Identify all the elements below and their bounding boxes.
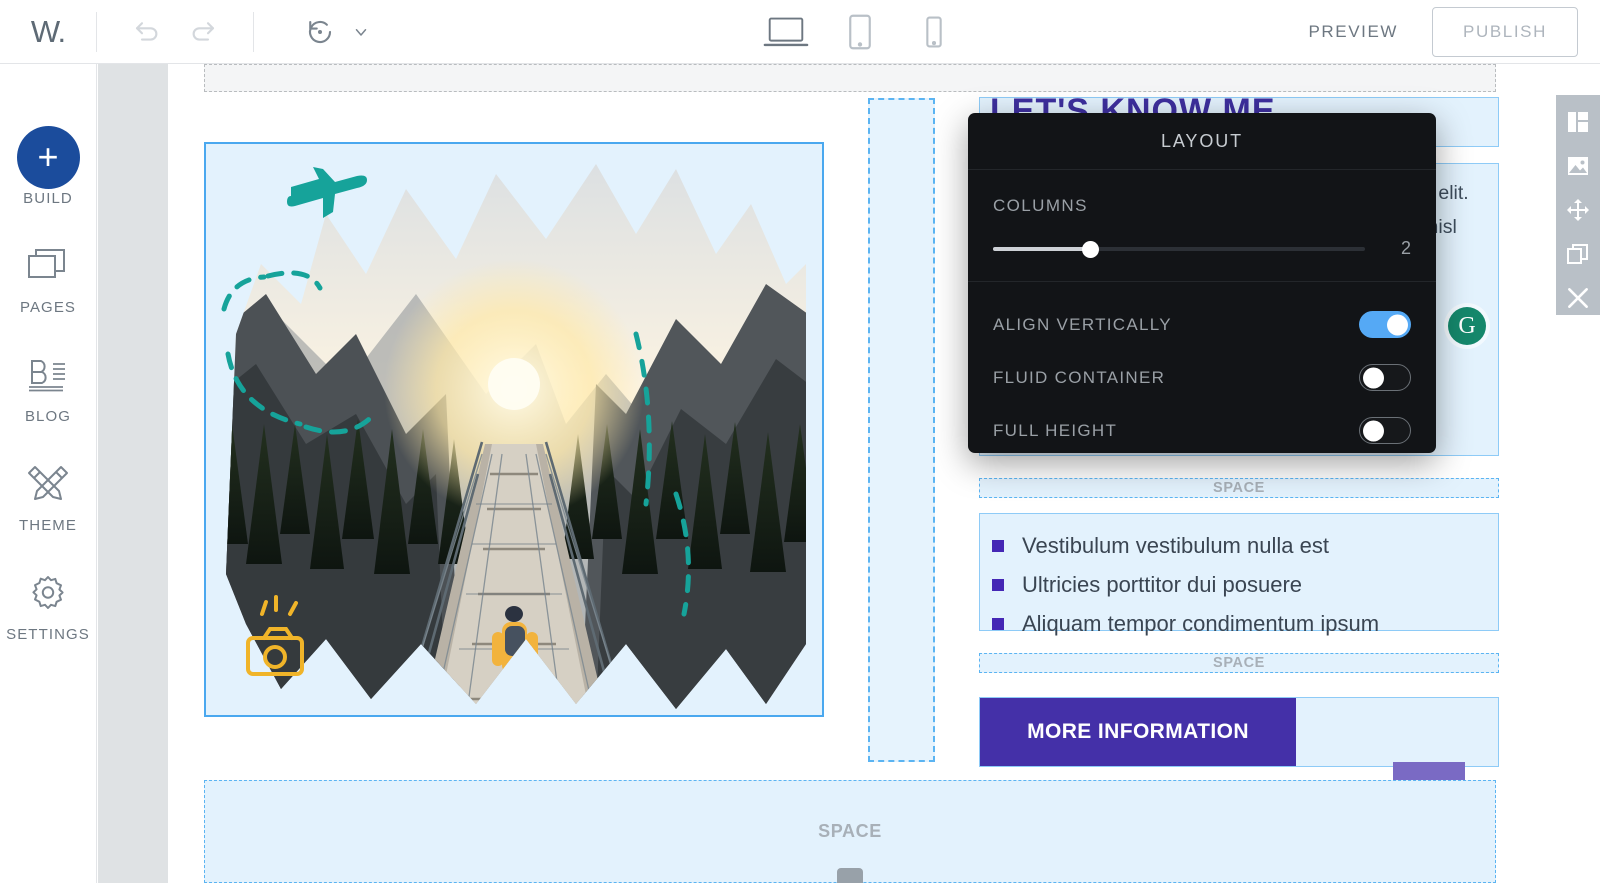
topbar-actions: PREVIEW PUBLISH [1274, 0, 1600, 64]
toggle-align-vertically[interactable] [1359, 311, 1411, 338]
preview-button[interactable]: PREVIEW [1274, 22, 1432, 42]
columns-slider[interactable] [993, 240, 1365, 258]
space-block-2[interactable]: SPACE [979, 653, 1499, 673]
toggle-label-fluid-container: FLUID CONTAINER [993, 367, 1166, 387]
hero-photo [206, 144, 822, 715]
move-icon[interactable] [1561, 193, 1595, 227]
columns-section: COLUMNS 2 [968, 170, 1436, 282]
toggles-section: ALIGN VERTICALLY FLUID CONTAINER FULL HE… [968, 282, 1436, 457]
list-item[interactable]: Vestibulum vestibulum nulla est [986, 526, 1498, 565]
undo-icon[interactable] [119, 8, 175, 56]
columns-value: 2 [1400, 238, 1411, 258]
sidebar-item-blog[interactable]: BLOG [0, 348, 96, 425]
list-item-label: Ultricies porttitor dui posuere [1022, 571, 1303, 597]
bullet-square-icon [992, 539, 1004, 552]
layout-grid-icon[interactable] [1561, 105, 1595, 139]
section-placeholder-top[interactable] [204, 64, 1496, 92]
toggle-row-align-vertically[interactable]: ALIGN VERTICALLY [993, 298, 1411, 351]
toggle-row-full-height[interactable]: FULL HEIGHT [993, 404, 1411, 457]
sidebar-item-pages[interactable]: PAGES [0, 239, 96, 316]
close-icon[interactable] [1561, 281, 1595, 315]
canvas-gutter [98, 64, 168, 883]
sidebar-item-settings[interactable]: SETTINGS [0, 566, 96, 643]
sidebar-item-label-settings: SETTINGS [6, 626, 90, 643]
more-information-button[interactable]: MORE INFORMATION [980, 698, 1296, 766]
plus-icon[interactable]: + [16, 125, 80, 189]
toggle-fluid-container[interactable] [1359, 364, 1411, 391]
bullet-list-block[interactable]: Vestibulum vestibulum nulla est Ultricie… [979, 513, 1499, 636]
toggle-knob [1363, 420, 1384, 441]
columns-label: COLUMNS [993, 196, 1088, 215]
bottom-space-label: SPACE [818, 821, 882, 841]
toolbar-divider-1 [96, 11, 97, 52]
device-desktop-button[interactable] [760, 8, 812, 56]
element-toolbar [1556, 95, 1600, 315]
sidebar-item-label-pages: PAGES [19, 299, 77, 316]
image-icon[interactable] [1561, 149, 1595, 183]
sidebar-item-label-theme: THEME [19, 517, 77, 534]
columns-row: 2 [993, 238, 1411, 259]
publish-button[interactable]: PUBLISH [1432, 7, 1578, 57]
grammarly-badge[interactable]: G [1448, 307, 1486, 345]
duplicate-icon[interactable] [1561, 237, 1595, 271]
device-tablet-button[interactable] [834, 8, 886, 56]
toggle-full-height[interactable] [1359, 417, 1411, 444]
toggle-knob [1363, 367, 1384, 388]
toggle-row-fluid-container[interactable]: FLUID CONTAINER [993, 351, 1411, 404]
top-toolbar: W. PREVIEW PUBLISH [0, 0, 1600, 64]
slider-fill [993, 246, 1090, 251]
more-information-label: MORE INFORMATION [1027, 720, 1249, 743]
redo-icon[interactable] [175, 8, 231, 56]
bottom-space-block[interactable]: SPACE [204, 780, 1496, 883]
slider-thumb[interactable] [1081, 240, 1099, 258]
sidebar-item-build[interactable]: + BUILD [0, 125, 96, 207]
hero-image-block[interactable] [204, 142, 824, 717]
section-resize-handle[interactable] [837, 868, 863, 883]
layout-panel-title: LAYOUT [968, 113, 1436, 170]
toggle-label-align-vertically: ALIGN VERTICALLY [993, 314, 1172, 334]
sidebar-item-label-blog: BLOG [24, 408, 72, 425]
sidebar-item-label-build: BUILD [23, 190, 73, 207]
blog-icon [26, 348, 70, 402]
bullet-square-icon [992, 578, 1004, 591]
list-item[interactable]: Aliquam tempor condimentum ipsum [986, 604, 1498, 643]
undo-redo-group [119, 8, 231, 56]
space-block-1[interactable]: SPACE [979, 478, 1499, 498]
toggle-knob [1387, 314, 1408, 335]
chevron-down-icon[interactable] [348, 8, 374, 56]
list-item-label: Aliquam tempor condimentum ipsum [1022, 610, 1380, 636]
list-item-label: Vestibulum vestibulum nulla est [1022, 532, 1329, 558]
pages-icon [26, 239, 70, 293]
history-group[interactable] [292, 8, 374, 56]
toggle-label-full-height: FULL HEIGHT [993, 420, 1118, 440]
left-sidebar: + BUILD PAGES BLOG THEME SETTINGS [0, 64, 97, 883]
sidebar-item-theme[interactable]: THEME [0, 457, 96, 534]
list-item[interactable]: Ultricies porttitor dui posuere [986, 565, 1498, 604]
bullet-square-icon [992, 617, 1004, 630]
brand-logo[interactable]: W. [0, 16, 96, 47]
space-label-1: SPACE [1213, 480, 1265, 496]
hiker-bridge-illustration [206, 144, 822, 715]
toolbar-divider-2 [253, 11, 254, 52]
device-preview-group [760, 0, 960, 64]
build-fab-wrap: + [16, 125, 80, 189]
history-revert-icon[interactable] [292, 8, 348, 56]
gear-icon [26, 566, 70, 620]
device-mobile-button[interactable] [908, 8, 960, 56]
theme-brush-pencil-icon [25, 457, 71, 511]
empty-column-dropzone[interactable] [868, 98, 935, 762]
cta-block[interactable]: MORE INFORMATION [979, 697, 1499, 767]
space-label-2: SPACE [1213, 655, 1265, 671]
layout-settings-panel[interactable]: LAYOUT COLUMNS 2 ALIGN VERTICALLY FLUID … [968, 113, 1436, 453]
